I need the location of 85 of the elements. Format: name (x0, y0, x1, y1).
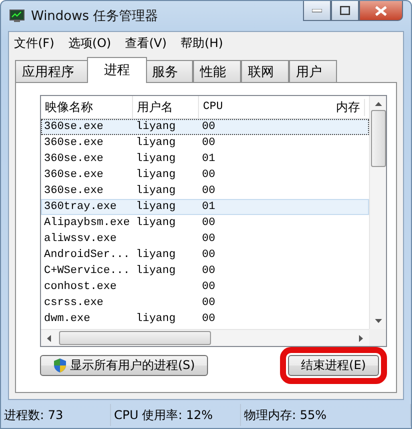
table-cell-text: AndroidSer... (43, 248, 131, 262)
table-cell-text: 00 (201, 280, 216, 294)
window-title: Windows 任务管理器 (31, 8, 158, 25)
table-cell-text: liyang (135, 120, 177, 134)
close-icon (375, 6, 387, 16)
table-cell-text: liyang (135, 264, 177, 278)
status-text: 物理内存: 55% (241, 404, 411, 426)
tab[interactable]: 进程 (87, 57, 147, 83)
process-row[interactable]: 360se.exe liyang 01 (41, 151, 369, 167)
process-row[interactable]: 360se.exe liyang 00 (41, 135, 369, 151)
table-cell-text: liyang (135, 152, 177, 166)
table-cell-text: 00 (201, 264, 216, 278)
maximize-icon (340, 6, 350, 15)
table-cell-text: liyang (135, 184, 177, 198)
table-cell-text: liyang (135, 216, 177, 230)
process-row[interactable]: C+WService... liyang 00 (41, 263, 369, 279)
column-header[interactable]: 内存 (332, 98, 365, 116)
table-cell-text: 00 (201, 120, 216, 134)
table-cell-text: aliwssv.exe (43, 232, 118, 246)
process-row[interactable]: aliwssv.exe 00 (41, 231, 369, 247)
show-all-processes-button[interactable]: 显示所有用户的进程(S) (40, 355, 208, 376)
process-row[interactable]: conhost.exe 00 (41, 279, 369, 295)
table-cell-text: 00 (201, 296, 216, 310)
menu-item[interactable]: 帮助(H) (180, 35, 224, 52)
process-row[interactable]: csrss.exe 00 (41, 295, 369, 311)
table-cell-text: 360se.exe (43, 168, 104, 182)
column-header[interactable]: 映像名称 (41, 96, 133, 118)
process-row[interactable]: 360se.exe liyang 00 (41, 183, 369, 199)
table-cell-text: liyang (135, 168, 177, 182)
process-row[interactable]: AndroidSer... liyang 00 (41, 247, 369, 263)
table-cell-text: 00 (201, 168, 216, 182)
table-cell-text: liyang (135, 248, 177, 262)
process-row[interactable]: dwm.exe liyang 00 (41, 311, 369, 327)
table-cell-text: 360tray.exe (43, 200, 118, 214)
horizontal-scrollbar[interactable] (41, 329, 369, 346)
table-cell-text: 00 (201, 216, 216, 230)
table-cell-text: C+WService... (43, 264, 131, 278)
column-header[interactable]: CPU (199, 100, 223, 114)
table-cell-text: conhost.exe (43, 280, 118, 294)
down-arrow-icon[interactable] (374, 319, 382, 323)
table-cell-text: Alipaybsm.exe (43, 216, 131, 230)
left-arrow-icon[interactable] (47, 334, 51, 342)
up-arrow-icon[interactable] (374, 102, 382, 106)
right-arrow-icon[interactable] (359, 334, 363, 342)
process-row[interactable]: Alipaybsm.exe liyang 00 (41, 215, 369, 231)
menu-item[interactable]: 选项(O) (68, 35, 112, 52)
table-cell-text: liyang (135, 312, 177, 326)
table-cell-text: dwm.exe (43, 312, 92, 326)
minimize-button[interactable] (303, 1, 331, 21)
table-cell-text: liyang (135, 200, 177, 214)
table-cell-text: 01 (201, 152, 216, 166)
tab[interactable]: 用户 (289, 60, 337, 83)
process-row[interactable]: 360se.exe liyang 00 (41, 167, 369, 183)
status-text: 进程数: 73 (1, 404, 111, 426)
tab[interactable]: 联网 (241, 60, 289, 83)
tab[interactable]: 应用程序 (15, 60, 89, 83)
table-cell-text: 360se.exe (43, 136, 104, 150)
close-button[interactable] (359, 1, 403, 21)
menu-item[interactable]: 文件(F) (14, 35, 54, 52)
monitor-icon (9, 9, 25, 23)
column-header[interactable]: 用户名 (133, 96, 199, 118)
menu-item[interactable]: 查看(V) (125, 35, 167, 52)
process-row[interactable]: 360se.exe liyang 00 (41, 119, 369, 135)
minimize-icon (312, 8, 322, 12)
maximize-button[interactable] (331, 1, 359, 21)
table-cell-text: liyang (135, 136, 177, 150)
table-cell-text: 00 (201, 232, 216, 246)
status-text: CPU 使用率: 12% (111, 404, 241, 426)
table-cell-text: 00 (201, 136, 216, 150)
table-cell-text: 01 (201, 200, 216, 214)
table-cell-text: 00 (201, 248, 216, 262)
scroll-thumb[interactable] (59, 331, 211, 345)
shield-icon (53, 358, 67, 373)
table-cell-text: 360se.exe (43, 152, 104, 166)
scrollbar-corner (369, 329, 386, 346)
table-cell-text: 360se.exe (43, 184, 104, 198)
tab[interactable]: 性能 (193, 60, 241, 83)
process-row[interactable]: 360tray.exe liyang 01 (41, 199, 369, 215)
table-cell-text: 00 (201, 184, 216, 198)
table-cell-text: 00 (201, 312, 216, 326)
tab[interactable]: 服务 (145, 60, 193, 83)
table-cell-text: 360se.exe (43, 120, 104, 134)
vertical-scrollbar[interactable] (369, 96, 386, 329)
table-cell-text: csrss.exe (43, 296, 104, 310)
scroll-thumb[interactable] (370, 110, 386, 167)
